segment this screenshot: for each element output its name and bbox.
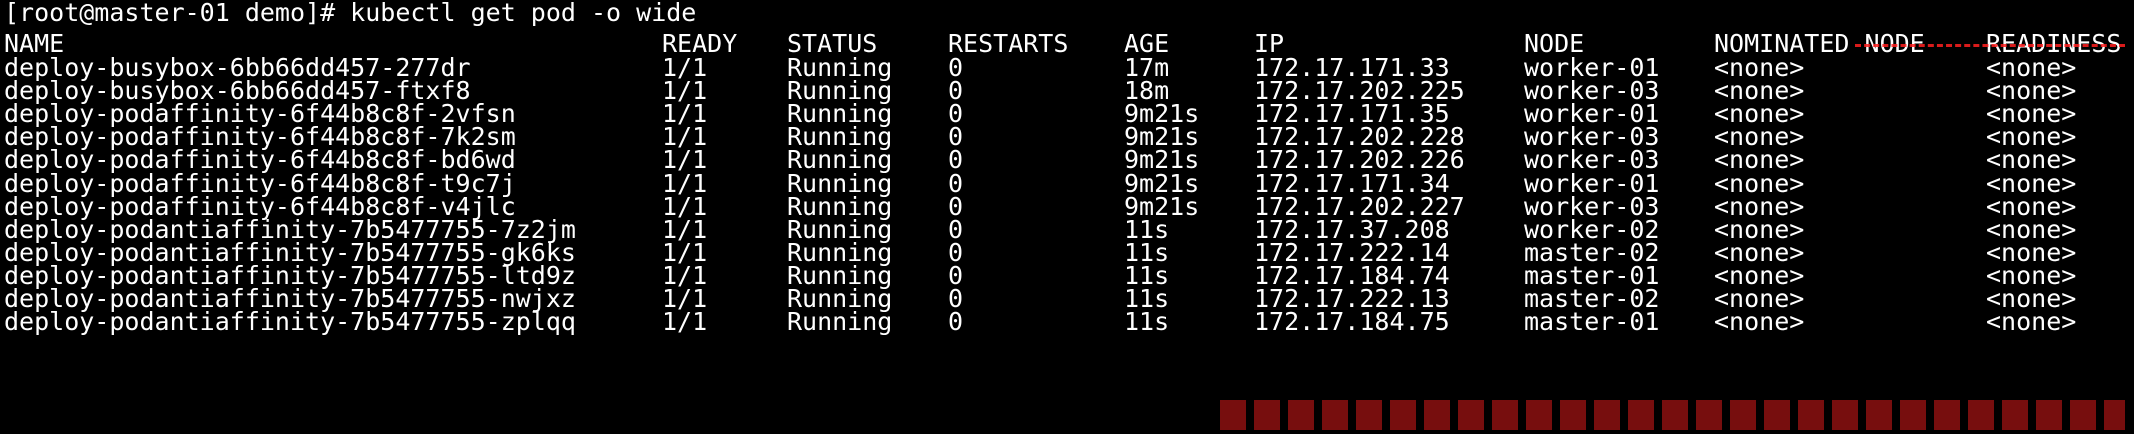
pod-node: master-01	[1524, 307, 1660, 337]
pod-nominated-node: <none>	[1714, 307, 1805, 337]
pod-restarts: 0	[948, 307, 964, 337]
watermark-bottom	[1220, 400, 2125, 430]
command-prompt-line: [root@master-01 demo]# kubectl get pod -…	[4, 0, 697, 27]
header-restarts: RESTARTS	[948, 29, 1069, 58]
pod-status: Running	[787, 307, 893, 337]
pod-ip: 172.17.184.75	[1254, 307, 1450, 337]
pod-readiness: <none>	[1986, 307, 2077, 337]
pod-age: 11s	[1124, 307, 1170, 337]
pod-ready: 1/1	[662, 307, 708, 337]
terminal-window[interactable]: [root@master-01 demo]# kubectl get pod -…	[0, 0, 2134, 434]
pod-name: deploy-podantiaffinity-7b5477755-zplqq	[4, 307, 576, 337]
